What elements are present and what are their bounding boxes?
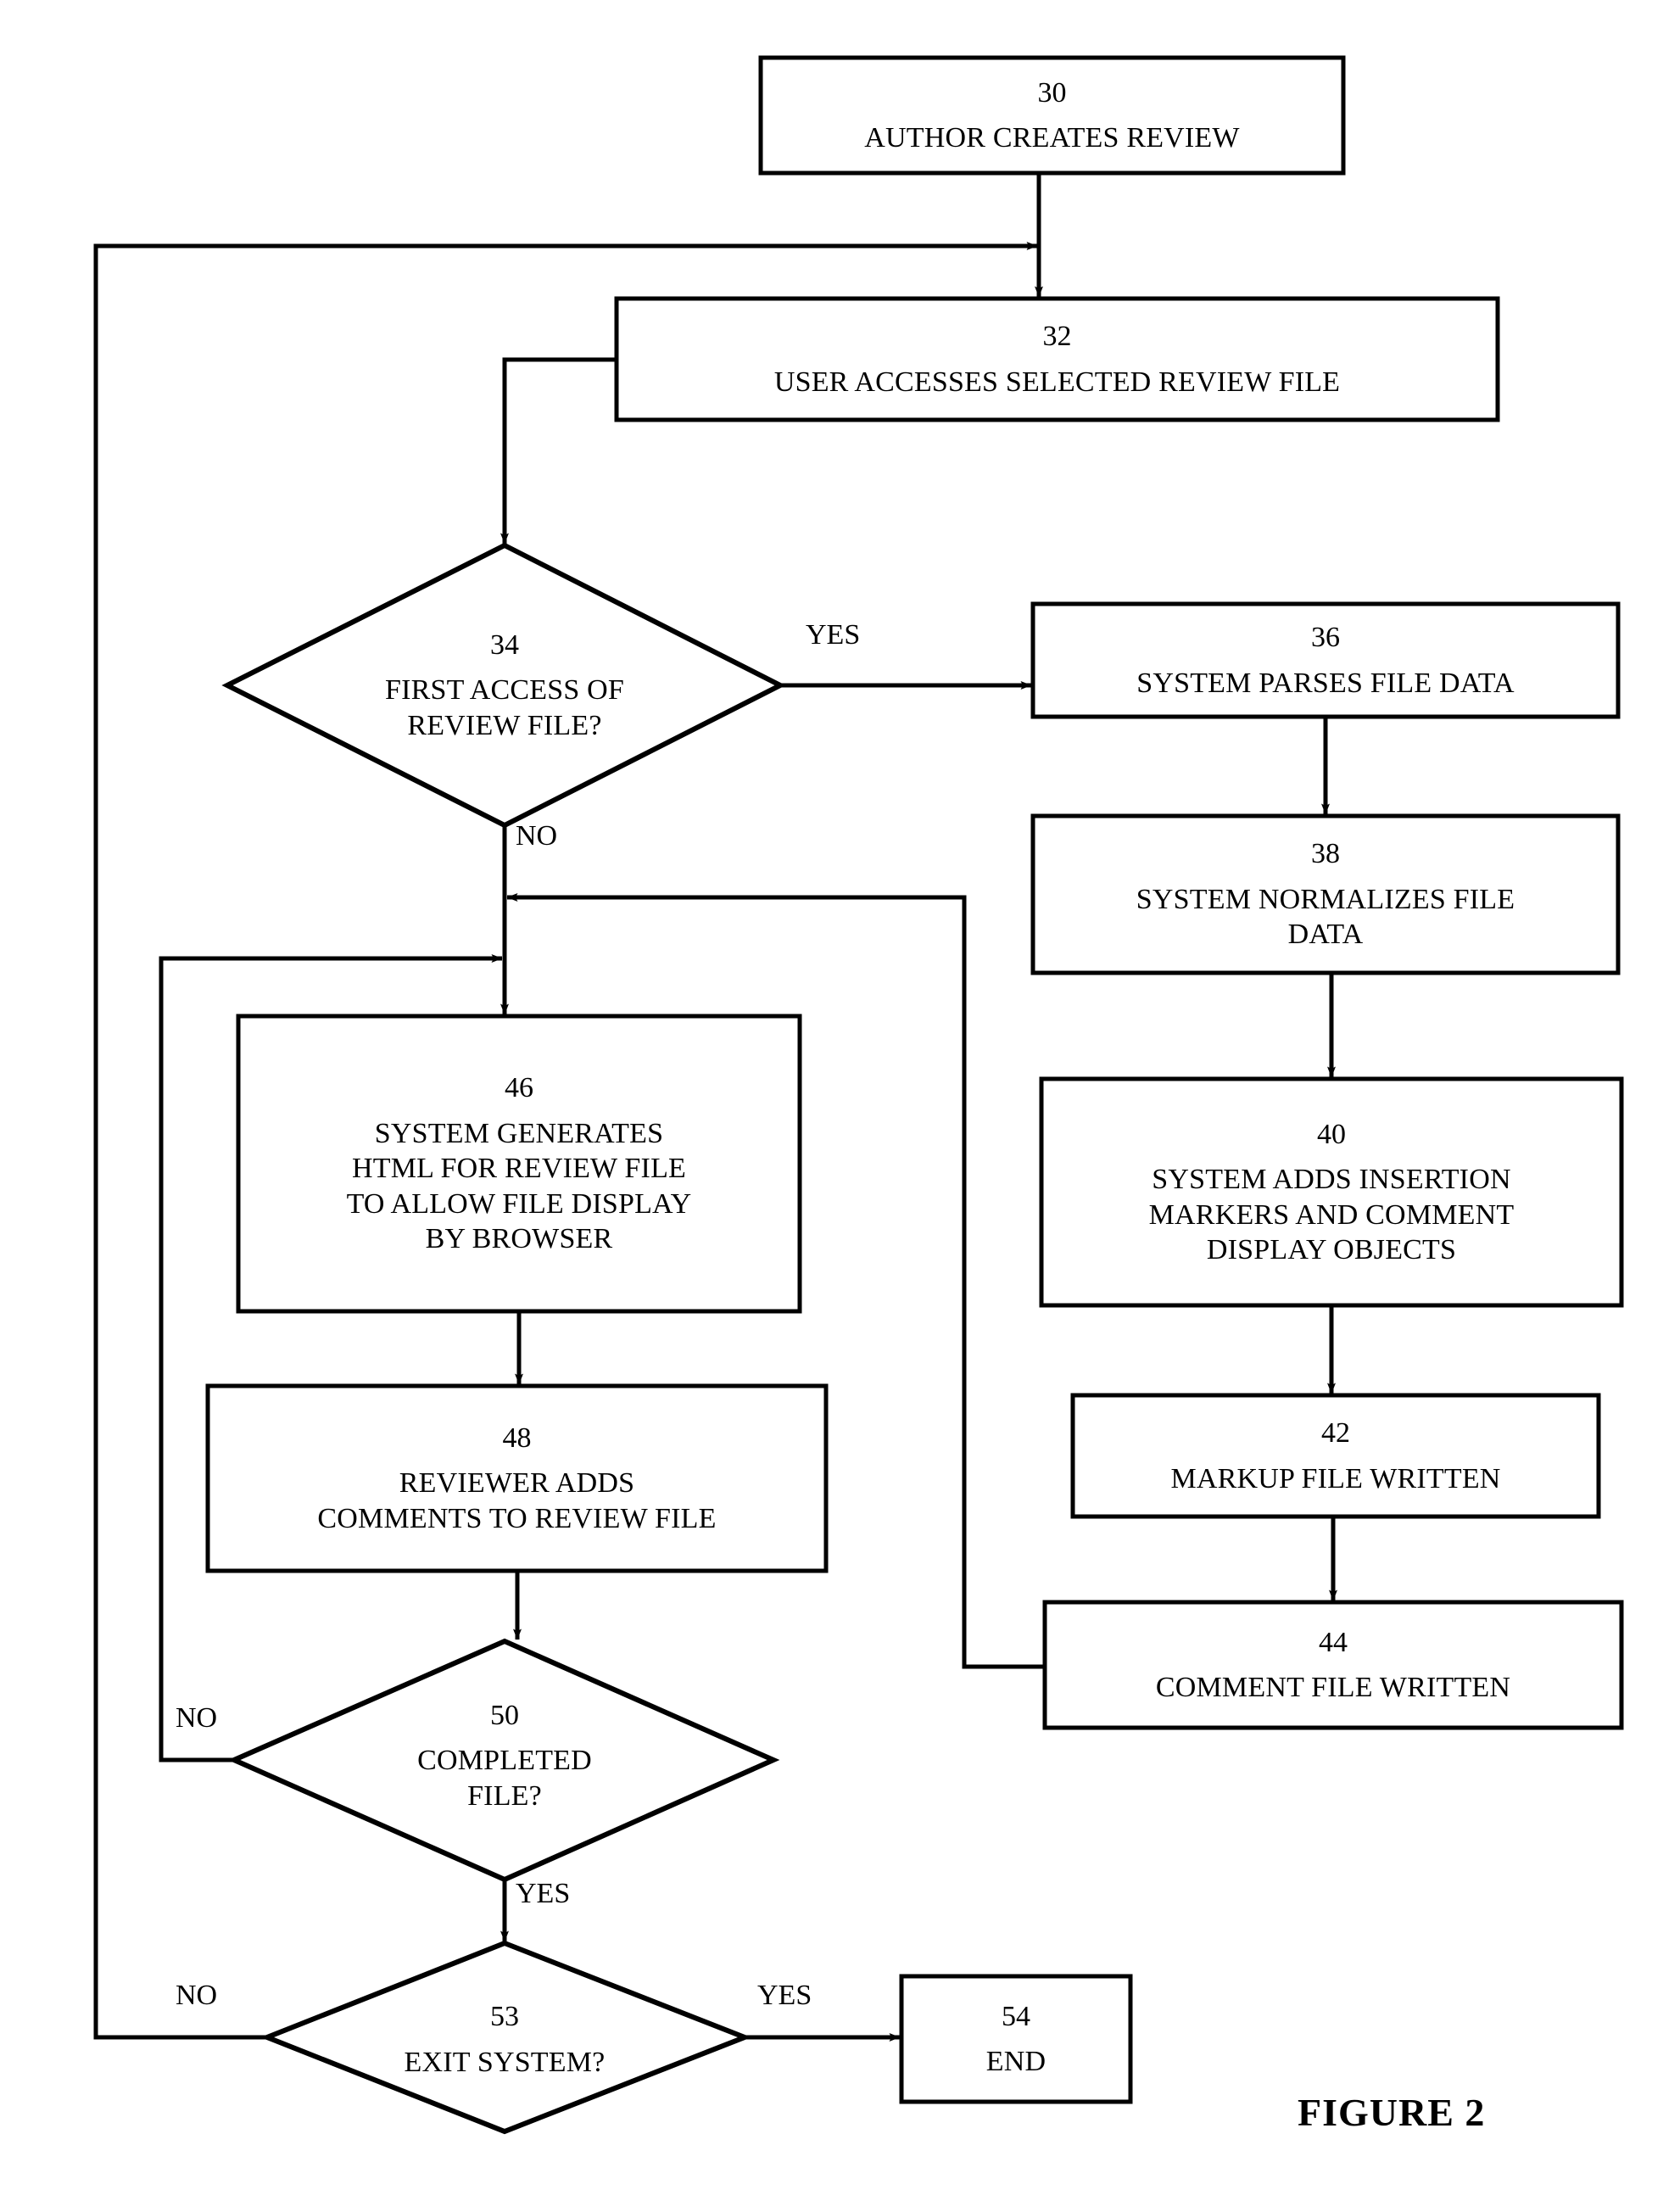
edge-label-yes-50: YES [516,1878,571,1909]
edge-label-no-50: NO [176,1702,218,1734]
node-42-shape [1070,1393,1601,1519]
node-32-shape [614,296,1500,422]
node-30-shape [758,55,1346,176]
node-46-shape [236,1014,802,1314]
node-36-shape [1030,601,1621,719]
figure-caption: FIGURE 2 [1298,2091,1486,2134]
node-34-shape [221,542,786,829]
node-53-shape [260,1940,752,2135]
edge-44-to-46 [506,893,1045,1669]
edge-label-yes-53: YES [757,1980,812,2011]
node-54-shape [899,1974,1133,2104]
flowchart-canvas [93,55,1624,2135]
edge-label-no-34: NO [516,820,558,852]
node-48-shape [205,1383,829,1573]
node-44-shape [1042,1600,1624,1730]
node-40-shape [1039,1076,1624,1308]
edge-label-yes-34: YES [806,619,861,651]
edge-label-no-53: NO [176,1980,218,2011]
edge-50-no-to-46 [159,954,503,1762]
figure-page: 30 AUTHOR CREATES REVIEW 32 USER ACCESSE… [0,0,1680,2201]
edge-32-to-34 [500,357,617,545]
node-38-shape [1030,813,1621,975]
node-50-shape [227,1638,780,1883]
